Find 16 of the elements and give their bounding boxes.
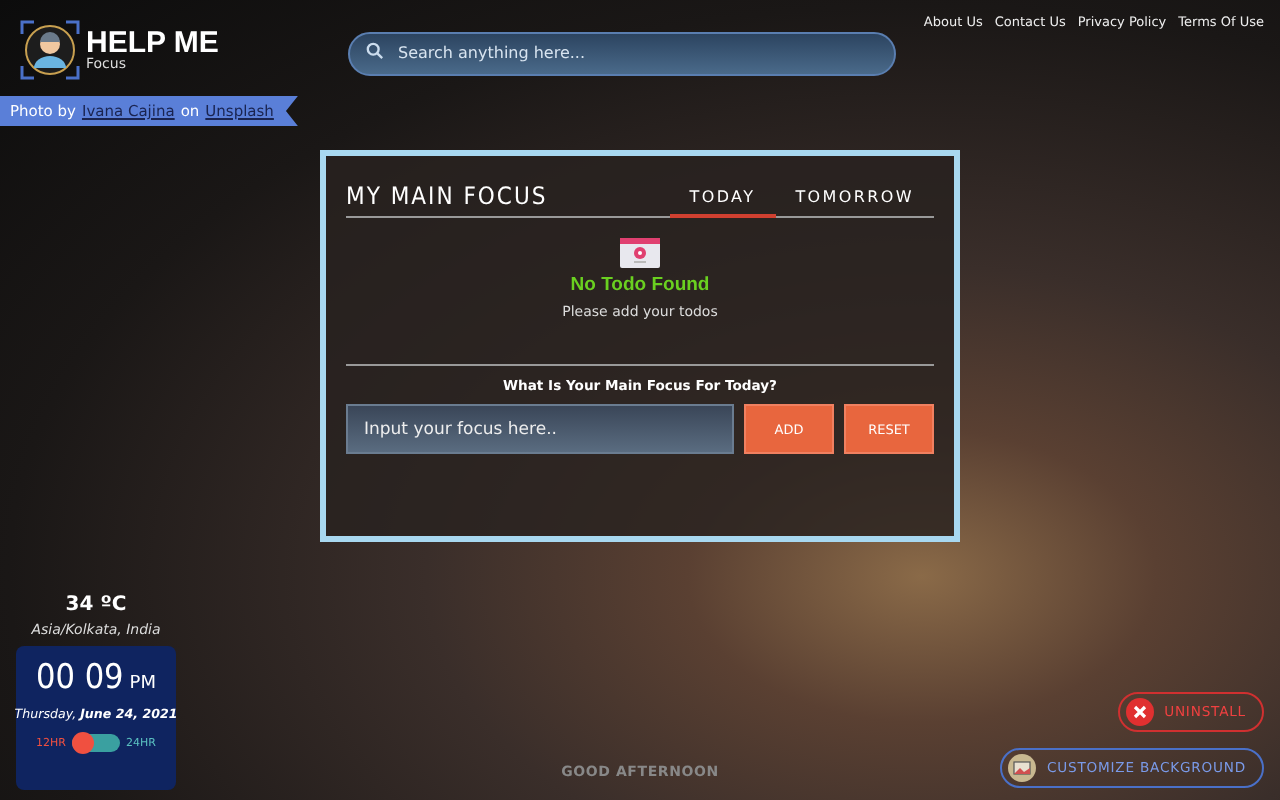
picture-icon bbox=[1008, 754, 1037, 782]
focus-input[interactable]: Input your focus here.. bbox=[346, 404, 734, 454]
avatar-icon bbox=[20, 20, 80, 80]
empty-list-icon bbox=[620, 238, 660, 268]
close-icon bbox=[1126, 698, 1155, 726]
search-field[interactable]: Search anything here... bbox=[348, 31, 896, 75]
logo-title: HELP ME bbox=[86, 28, 219, 58]
clock-period: PM bbox=[129, 674, 156, 694]
temperature: 34 ºC bbox=[65, 594, 127, 616]
search-icon bbox=[366, 42, 384, 60]
empty-title: No Todo Found bbox=[570, 274, 710, 296]
card-title: MY MAIN FOCUS bbox=[346, 182, 550, 214]
format-toggle[interactable] bbox=[72, 734, 120, 752]
day-tab[interactable]: TOMORROW bbox=[775, 188, 934, 218]
day-tab[interactable]: TODAY bbox=[669, 188, 776, 218]
clock-time: 00 09 bbox=[36, 658, 124, 698]
